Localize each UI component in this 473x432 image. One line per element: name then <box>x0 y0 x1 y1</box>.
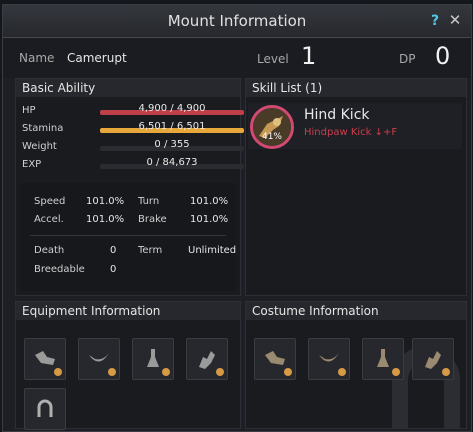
exp-row: EXP 0 / 84,673 <box>22 157 244 173</box>
brake-label: Brake <box>138 214 167 225</box>
term-label: Term <box>138 245 163 256</box>
speed-label: Speed <box>34 196 66 207</box>
turn-label: Turn <box>138 196 160 207</box>
costume-title: Costume Information <box>246 302 466 320</box>
skill-list-panel: Skill List (1) 41% Hind Kick Hindpaw Kic… <box>245 78 467 296</box>
skill-progress: 41% <box>261 132 282 142</box>
help-button[interactable]: ? <box>427 13 443 29</box>
weight-label: Weight <box>22 141 57 152</box>
equipment-slot-saddle[interactable] <box>78 338 120 380</box>
breedable-label: Breedable <box>34 264 85 275</box>
weight-value: 0 / 355 <box>154 139 190 150</box>
equipment-slot-horseshoe[interactable] <box>24 388 66 430</box>
level-label: Level <box>257 52 289 66</box>
slot-indicator <box>216 368 224 376</box>
title-bar[interactable]: Mount Information ? ✕ <box>3 5 471 38</box>
breedable-value: 0 <box>110 264 117 275</box>
death-label: Death <box>34 245 65 256</box>
stamina-row: Stamina 6,501 / 6,501 <box>22 121 244 137</box>
speed-value: 101.0% <box>86 196 125 207</box>
equipment-title: Equipment Information <box>16 302 240 320</box>
hind-kick-skill-icon[interactable]: 41% <box>250 105 294 149</box>
slot-indicator <box>442 368 450 376</box>
equipment-panel: Equipment Information <box>15 301 241 430</box>
skill-list-title: Skill List (1) <box>246 79 466 97</box>
mount-information-window: Mount Information ? ✕ Name Camerupt Leve… <box>2 4 472 432</box>
dp-value: 0 <box>435 42 451 70</box>
costume-slot-tack[interactable] <box>254 338 296 380</box>
slot-indicator <box>392 368 400 376</box>
level-value: 1 <box>301 42 317 70</box>
skill-name: Hind Kick <box>304 107 370 123</box>
stamina-value: 6,501 / 6,501 <box>138 121 206 132</box>
accel-value: 101.0% <box>86 214 125 225</box>
hp-label: HP <box>22 105 36 116</box>
slot-indicator <box>338 368 346 376</box>
dp-label: DP <box>399 52 416 66</box>
slot-indicator <box>108 368 116 376</box>
slot-indicator <box>54 368 62 376</box>
close-button[interactable]: ✕ <box>447 12 463 28</box>
equipment-slot-tack[interactable] <box>24 338 66 380</box>
horseshoe-icon <box>37 399 53 417</box>
exp-label: EXP <box>22 159 42 170</box>
costume-slot-stirrup[interactable] <box>362 338 404 380</box>
costume-slot-armor[interactable] <box>412 338 454 380</box>
turn-value: 101.0% <box>190 196 229 207</box>
name-label: Name <box>19 51 55 65</box>
weight-row: Weight 0 / 355 <box>22 139 244 155</box>
equipment-slot-armor[interactable] <box>186 338 228 380</box>
mount-summary: Name Camerupt Level 1 DP 0 <box>3 38 471 78</box>
accel-label: Accel. <box>34 214 64 225</box>
brake-value: 101.0% <box>190 214 229 225</box>
term-value: Unlimited <box>188 245 237 256</box>
slot-indicator <box>162 368 170 376</box>
hp-row: HP 4,900 / 4,900 <box>22 103 244 119</box>
equipment-slot-stirrup[interactable] <box>132 338 174 380</box>
skill-command: Hindpaw Kick ↓+F <box>304 127 398 138</box>
costume-panel: Costume Information <box>245 301 467 429</box>
hp-value: 4,900 / 4,900 <box>138 103 206 114</box>
divider <box>30 235 226 236</box>
window-title: Mount Information <box>167 12 307 30</box>
costume-slot-saddle[interactable] <box>308 338 350 380</box>
skill-item[interactable]: 41% Hind Kick Hindpaw Kick ↓+F <box>248 103 462 149</box>
basic-ability-title: Basic Ability <box>16 79 240 97</box>
basic-ability-panel: Basic Ability HP 4,900 / 4,900 Stamina 6… <box>15 78 244 296</box>
slot-indicator <box>284 368 292 376</box>
exp-value: 0 / 84,673 <box>146 157 198 168</box>
mount-name: Camerupt <box>67 51 127 65</box>
death-value: 0 <box>110 245 117 256</box>
stamina-label: Stamina <box>22 123 64 134</box>
